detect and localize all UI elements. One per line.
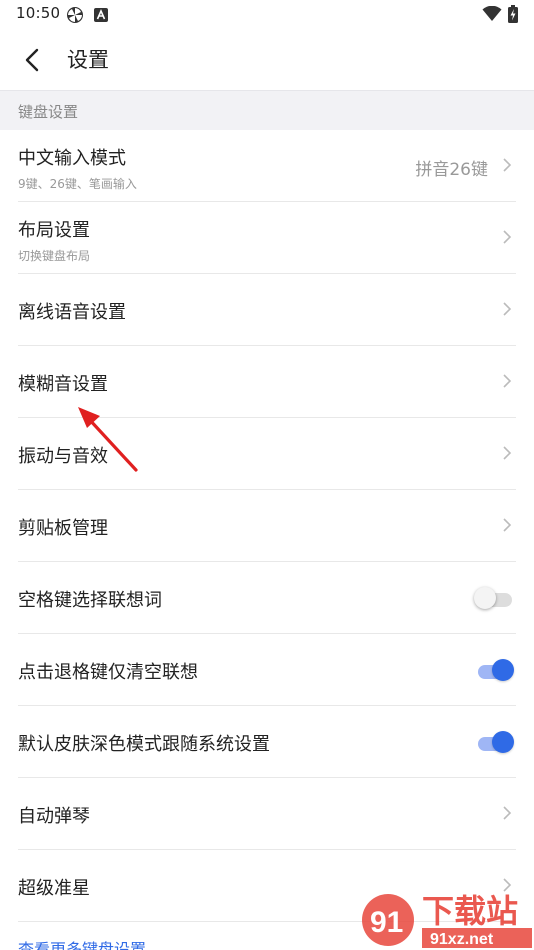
row-layout-settings[interactable]: 布局设置 切换键盘布局 [18, 202, 516, 274]
toggle-knob [474, 587, 496, 609]
chevron-left-icon [25, 48, 39, 72]
svg-text:91: 91 [370, 906, 403, 939]
chevron-right-icon [503, 158, 512, 172]
row-subtitle: 9键、26键、笔画输入 [18, 177, 137, 191]
row-label: 点击退格键仅清空联想 [18, 662, 198, 683]
settings-screen: 10:50 设置 键盘设置 中文输入模式 9键、26键、笔画输入 拼音26键 布… [0, 0, 534, 950]
settings-list: 中文输入模式 9键、26键、笔画输入 拼音26键 布局设置 切换键盘布局 离线语… [0, 130, 534, 922]
chevron-right-icon [503, 302, 512, 316]
section-title: 键盘设置 [18, 103, 79, 121]
toggle-knob [492, 731, 514, 753]
row-dark-skin-follow-system: 默认皮肤深色模式跟随系统设置 [18, 706, 516, 778]
row-value: 拼音26键 [415, 160, 488, 180]
back-button[interactable] [14, 42, 50, 78]
annotation-arrow-icon [78, 407, 138, 472]
a-icon [94, 7, 108, 26]
toggle-switch-off[interactable] [474, 586, 512, 610]
svg-text:91xz.net: 91xz.net [430, 931, 494, 948]
page-title: 设置 [67, 48, 109, 72]
row-subtitle: 切换键盘布局 [18, 249, 91, 263]
toggle-switch-on[interactable] [476, 658, 514, 682]
row-auto-piano[interactable]: 自动弹琴 [18, 778, 516, 850]
row-label: 自动弹琴 [18, 806, 90, 827]
chevron-right-icon [503, 374, 512, 388]
section-header: 键盘设置 [0, 90, 534, 130]
row-label: 中文输入模式 [18, 148, 126, 169]
row-label: 剪贴板管理 [18, 518, 108, 539]
row-offline-voice[interactable]: 离线语音设置 [18, 274, 516, 346]
status-bar: 10:50 [0, 0, 534, 30]
battery-charging-icon [508, 5, 518, 27]
chevron-right-icon [503, 446, 512, 460]
row-label: 默认皮肤深色模式跟随系统设置 [18, 734, 270, 755]
row-label: 空格键选择联想词 [18, 590, 162, 611]
status-time: 10:50 [16, 4, 61, 22]
row-label: 布局设置 [18, 220, 90, 241]
chevron-right-icon [503, 230, 512, 244]
row-chinese-input-mode[interactable]: 中文输入模式 9键、26键、笔画输入 拼音26键 [18, 130, 516, 202]
row-label: 离线语音设置 [18, 302, 126, 323]
toggle-switch-on[interactable] [476, 730, 514, 754]
toggle-knob [492, 659, 514, 681]
wifi-icon [482, 5, 502, 26]
row-space-select-suggestion: 空格键选择联想词 [18, 562, 516, 634]
svg-text:下载站: 下载站 [422, 892, 518, 930]
watermark-logo: 91 下载站 91xz.net [362, 892, 532, 948]
row-label: 超级准星 [18, 878, 90, 899]
pinwheel-icon [66, 6, 84, 28]
chevron-right-icon [503, 518, 512, 532]
row-clipboard[interactable]: 剪贴板管理 [18, 490, 516, 562]
more-keyboard-settings-link[interactable]: 查看更多键盘设置 [18, 936, 146, 950]
chevron-right-icon [503, 806, 512, 820]
app-bar: 设置 [0, 30, 534, 90]
row-backspace-clear-suggestion: 点击退格键仅清空联想 [18, 634, 516, 706]
row-label: 模糊音设置 [18, 374, 108, 395]
